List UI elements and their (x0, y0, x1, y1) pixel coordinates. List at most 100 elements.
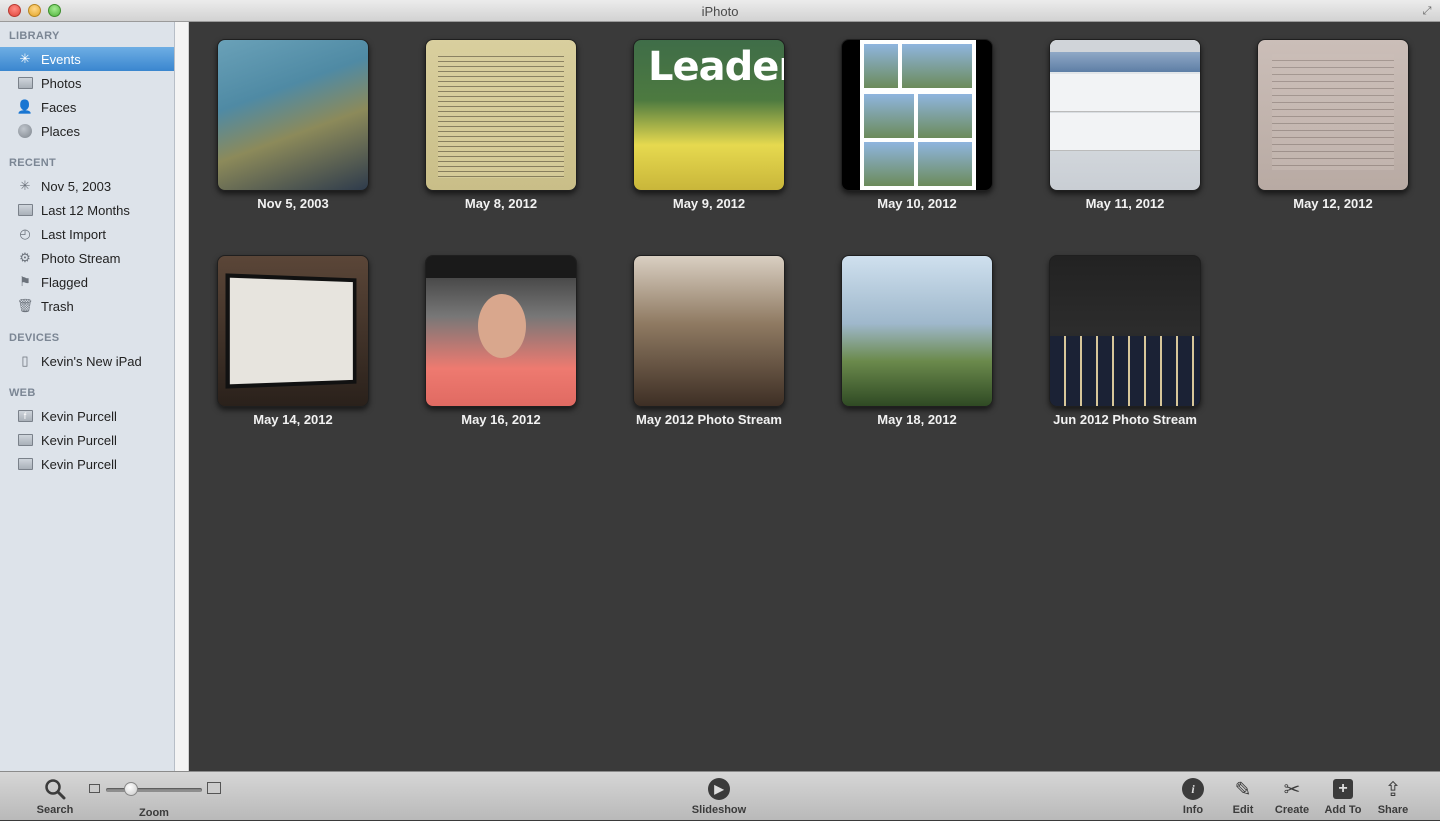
sidebar-item-last-12-months[interactable]: Last 12 Months (0, 198, 174, 222)
sidebar-item-photo-stream[interactable]: ⚙ Photo Stream (0, 246, 174, 270)
sidebar-item-flagged[interactable]: ⚑ Flagged (0, 270, 174, 294)
play-icon: ▶ (708, 777, 730, 801)
event-thumbnail[interactable] (1257, 39, 1409, 191)
edit-button[interactable]: ✎ Edit (1222, 772, 1264, 821)
import-icon: ◴ (19, 226, 31, 241)
sidebar-item-label: Kevin Purcell (41, 408, 117, 424)
event-title: Jun 2012 Photo Stream (1053, 412, 1197, 427)
share-label: Share (1377, 804, 1409, 816)
sidebar-item-photos[interactable]: Photos (0, 71, 174, 95)
fullscreen-icon[interactable]: ⤢ (1420, 4, 1434, 18)
photos-icon (16, 75, 34, 91)
event-thumbnail[interactable] (1049, 255, 1201, 407)
sidebar-item-facebook[interactable]: f Kevin Purcell (0, 404, 174, 428)
bottom-toolbar: Search Zoom ▶ Slideshow i Info ✎ Edit ✂ … (0, 771, 1440, 820)
sidebar-item-ipad[interactable]: ▯ Kevin's New iPad (0, 349, 174, 373)
add-to-button[interactable]: + Add To (1318, 772, 1368, 821)
event-title: May 9, 2012 (672, 196, 746, 211)
title-bar: iPhoto ⤢ (0, 0, 1440, 22)
sidebar-item-label: Trash (41, 298, 74, 314)
thumbnail-text: Leader (648, 44, 785, 90)
sidebar: LIBRARY ✳ Events Photos 👤 Faces Places R… (0, 22, 175, 771)
event-title: May 12, 2012 (1293, 196, 1373, 211)
section-header-devices: DEVICES (9, 332, 60, 344)
plus-icon: + (1333, 777, 1353, 801)
event-thumbnail[interactable] (1049, 39, 1201, 191)
sidebar-item-events[interactable]: ✳ Events (0, 47, 174, 71)
sidebar-item-trash[interactable]: 🗑 Trash (0, 294, 174, 318)
faces-icon: 👤 (16, 99, 34, 114)
section-header-library: LIBRARY (9, 30, 60, 42)
share-icon: ⇪ (1384, 778, 1402, 801)
zoom-out-icon[interactable] (89, 784, 100, 793)
event-thumbnail[interactable] (841, 39, 993, 191)
search-icon (44, 777, 66, 801)
event-title: May 18, 2012 (877, 412, 957, 427)
section-header-web: WEB (9, 387, 36, 399)
create-label: Create (1274, 804, 1310, 816)
search-button[interactable]: Search (30, 772, 80, 821)
events-grid: Nov 5, 2003 May 8, 2012 Leader May 9, 20… (190, 22, 1440, 771)
event-thumbnail[interactable] (425, 39, 577, 191)
sidebar-item-label: Photo Stream (41, 250, 121, 266)
section-header-recent: RECENT (9, 157, 57, 169)
picasa-icon (16, 432, 34, 448)
sidebar-item-label: Photos (41, 75, 82, 91)
sidebar-item-nov-5-2003[interactable]: ✳ Nov 5, 2003 (0, 174, 174, 198)
sidebar-item-flickr[interactable]: Kevin Purcell (0, 452, 174, 476)
info-button[interactable]: i Info (1172, 772, 1214, 821)
zoom-slider-knob[interactable] (124, 782, 138, 796)
sidebar-item-label: Kevin Purcell (41, 432, 117, 448)
edit-label: Edit (1232, 804, 1254, 816)
sidebar-item-label: Kevin's New iPad (41, 353, 142, 369)
sidebar-item-label: Faces (41, 99, 77, 115)
create-icon: ✂ (1283, 778, 1301, 801)
photo-stream-icon: ⚙ (19, 250, 31, 265)
info-icon: i (1182, 777, 1204, 801)
search-label: Search (36, 804, 74, 816)
calendar-icon (16, 202, 34, 218)
sidebar-item-faces[interactable]: 👤 Faces (0, 95, 174, 119)
sidebar-item-last-import[interactable]: ◴ Last Import (0, 222, 174, 246)
event-title: May 2012 Photo Stream (636, 412, 782, 427)
sidebar-item-label: Kevin Purcell (41, 456, 117, 472)
event-thumbnail[interactable] (425, 255, 577, 407)
slideshow-button[interactable]: ▶ Slideshow (684, 772, 754, 821)
event-title: Nov 5, 2003 (257, 196, 329, 211)
event-icon: ✳ (19, 178, 31, 193)
places-icon (16, 123, 34, 139)
sidebar-item-label: Flagged (41, 274, 88, 290)
flickr-icon (16, 456, 34, 472)
window-title: iPhoto (701, 4, 739, 19)
sidebar-item-label: Last 12 Months (41, 202, 130, 218)
sidebar-item-label: Events (41, 51, 81, 67)
event-title: May 16, 2012 (461, 412, 541, 427)
sidebar-divider[interactable] (175, 22, 189, 771)
event-title: May 11, 2012 (1085, 196, 1165, 211)
events-icon: ✳ (19, 51, 31, 66)
sidebar-item-label: Nov 5, 2003 (41, 178, 112, 194)
create-button[interactable]: ✂ Create (1268, 772, 1316, 821)
event-thumbnail[interactable]: Leader (633, 39, 785, 191)
flag-icon: ⚑ (19, 274, 31, 289)
sidebar-item-places[interactable]: Places (0, 119, 174, 143)
sidebar-item-label: Last Import (41, 226, 107, 242)
trash-icon: 🗑 (16, 298, 34, 313)
event-thumbnail[interactable] (633, 255, 785, 407)
info-label: Info (1182, 804, 1204, 816)
zoom-slider[interactable] (106, 788, 202, 792)
zoom-in-icon[interactable] (207, 782, 221, 794)
event-title: May 10, 2012 (877, 196, 957, 211)
facebook-icon: f (16, 408, 34, 424)
slideshow-label: Slideshow (691, 804, 747, 816)
share-button[interactable]: ⇪ Share (1372, 772, 1414, 821)
event-thumbnail[interactable] (841, 255, 993, 407)
ipad-icon: ▯ (21, 353, 29, 368)
event-title: May 8, 2012 (464, 196, 538, 211)
event-thumbnail[interactable] (217, 255, 369, 407)
event-thumbnail[interactable] (217, 39, 369, 191)
sidebar-item-picasa[interactable]: Kevin Purcell (0, 428, 174, 452)
event-title: May 14, 2012 (253, 412, 333, 427)
add-to-label: Add To (1324, 804, 1362, 816)
zoom-label: Zoom (139, 807, 169, 819)
